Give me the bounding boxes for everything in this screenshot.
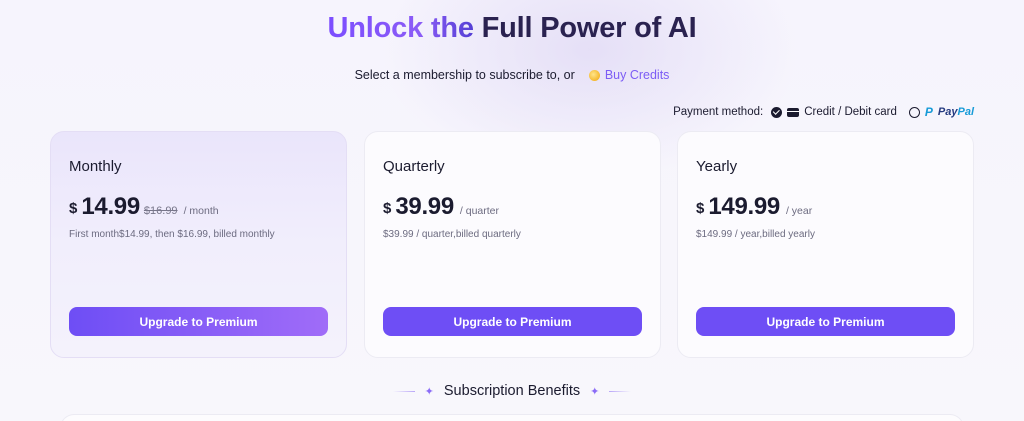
- plan-card-monthly: Monthly $ 14.99 $16.99 / month First mon…: [50, 131, 347, 358]
- currency-symbol: $: [383, 200, 392, 217]
- page-title: Unlock the Full Power of AI: [0, 12, 1024, 45]
- divider-left: [392, 390, 415, 392]
- plan-price: 39.99: [395, 193, 454, 220]
- subtitle-row: Select a membership to subscribe to, or …: [0, 68, 1024, 82]
- payment-option-card-label: Credit / Debit card: [804, 106, 897, 118]
- benefits-heading: ✦ Subscription Benefits ✦: [0, 383, 1024, 399]
- sparkle-icon: ✦: [590, 385, 600, 398]
- price-row: $ 14.99 $16.99 / month: [69, 193, 328, 221]
- payment-method: Payment method: Credit / Debit card P Pa…: [673, 105, 974, 119]
- plan-price: 14.99: [81, 193, 140, 220]
- billing-period: / year: [785, 205, 813, 217]
- buy-credits-label: Buy Credits: [604, 68, 670, 82]
- plan-name: Quarterly: [383, 158, 445, 175]
- radio-unchecked-icon[interactable]: [908, 106, 920, 118]
- billing-note: First month$14.99, then $16.99, billed m…: [69, 229, 275, 240]
- plan-name: Yearly: [696, 158, 738, 175]
- payment-method-label: Payment method:: [673, 106, 764, 118]
- buy-credits-link[interactable]: Buy Credits: [588, 68, 670, 82]
- payment-option-card[interactable]: Credit / Debit card: [771, 106, 897, 118]
- pricing-page: Unlock the Full Power of AI Select a mem…: [0, 0, 1024, 421]
- billing-note: $149.99 / year,billed yearly: [696, 229, 815, 240]
- credit-card-icon: [787, 107, 800, 117]
- title-rest: Full Power of AI: [481, 12, 697, 44]
- billing-note: $39.99 / quarter,billed quarterly: [383, 229, 521, 240]
- plan-name: Monthly: [69, 158, 122, 175]
- upgrade-yearly-button[interactable]: Upgrade to Premium: [696, 307, 955, 336]
- price-row: $ 149.99 / year: [696, 193, 955, 221]
- upgrade-quarterly-button[interactable]: Upgrade to Premium: [383, 307, 642, 336]
- radio-checked-icon[interactable]: [771, 106, 783, 118]
- subtitle-text: Select a membership to subscribe to, or: [354, 68, 575, 82]
- payment-option-paypal[interactable]: P PayPal: [908, 105, 974, 119]
- currency-symbol: $: [69, 200, 78, 217]
- price-row: $ 39.99 / quarter: [383, 193, 642, 221]
- plan-card-yearly: Yearly $ 149.99 / year $149.99 / year,bi…: [677, 131, 974, 358]
- benefits-panel: [60, 414, 964, 421]
- coin-icon: [588, 69, 600, 81]
- original-price: $16.99: [143, 205, 178, 217]
- billing-period: / quarter: [459, 205, 500, 217]
- plan-card-quarterly: Quarterly $ 39.99 / quarter $39.99 / qua…: [364, 131, 661, 358]
- paypal-logo: PayPal: [937, 106, 974, 118]
- billing-period: / month: [183, 205, 219, 217]
- upgrade-monthly-button[interactable]: Upgrade to Premium: [69, 307, 328, 336]
- divider-right: [609, 390, 632, 392]
- plan-price: 149.99: [708, 193, 780, 220]
- title-highlight: Unlock the: [327, 12, 482, 44]
- sparkle-icon: ✦: [424, 385, 434, 398]
- paypal-icon: P: [924, 105, 933, 119]
- currency-symbol: $: [696, 200, 705, 217]
- benefits-title: Subscription Benefits: [443, 383, 581, 399]
